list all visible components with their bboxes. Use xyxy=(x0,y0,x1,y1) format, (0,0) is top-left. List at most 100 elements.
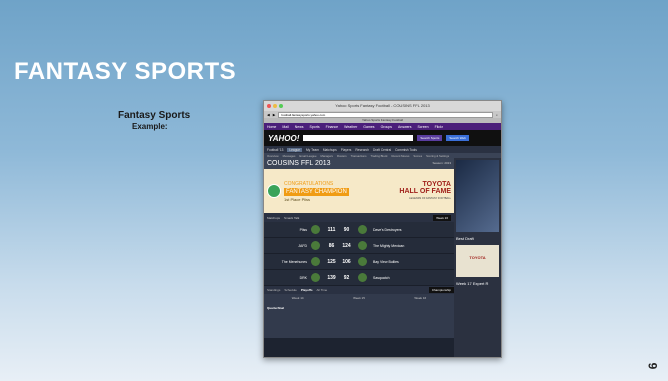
menu-football[interactable]: Football '13 xyxy=(267,148,283,152)
season-select[interactable]: Season: 2013 xyxy=(432,158,451,169)
search-sports-button[interactable]: Search Sports xyxy=(417,135,443,141)
submenu-recent-moves[interactable]: Recent Moves xyxy=(392,154,410,158)
slide-number: 9 xyxy=(645,362,660,370)
fantasy-champion-label: FANTASY CHAMPION xyxy=(284,187,349,196)
search-icon[interactable]: ⌕ xyxy=(496,113,498,117)
nav-home[interactable]: Home xyxy=(267,125,276,129)
matchup-row[interactable]: JAFD 86 124 The Mighty Mexican xyxy=(264,238,454,254)
window-titlebar: Yahoo Sports Fantasy Football - COUSINS … xyxy=(264,101,501,111)
team-left[interactable]: Pliss xyxy=(267,228,307,232)
matchup-row[interactable]: Pliss 111 90 Dave's Destroyers xyxy=(264,222,454,238)
tab-all-time[interactable]: All Time xyxy=(317,288,328,292)
submenu-transactions[interactable]: Transactions xyxy=(351,154,367,158)
bullet-fantasy-sports: Fantasy Sports xyxy=(118,110,191,121)
close-icon[interactable] xyxy=(267,104,271,108)
matchup-row[interactable]: DRK 139 92 Sasquatch xyxy=(264,270,454,286)
nav-screen[interactable]: Screen xyxy=(417,125,428,129)
playoff-week: Week 16 xyxy=(414,296,427,300)
tab-matchups[interactable]: Matchups xyxy=(267,216,280,220)
slide-bullets: Fantasy Sports Example: xyxy=(118,110,190,131)
submenu-managers[interactable]: Managers xyxy=(321,154,333,158)
team-avatar xyxy=(358,257,367,266)
nav-news[interactable]: News xyxy=(295,125,304,129)
nav-weather[interactable]: Weather xyxy=(344,125,357,129)
team-right[interactable]: Sasquatch xyxy=(373,276,390,280)
league-header: COUSINS FFL 2013 Season: 2013 xyxy=(264,158,454,169)
window-title: Yahoo Sports Fantasy Football - COUSINS … xyxy=(335,103,430,108)
team-avatar xyxy=(311,241,320,250)
toyota-ad[interactable]: TOYOTA HALL OF FAME LEGENDS OF FANTASY F… xyxy=(399,181,451,202)
nav-flickr[interactable]: Flickr xyxy=(435,125,443,129)
search-input[interactable] xyxy=(303,135,414,141)
submenu-rosters[interactable]: Rosters xyxy=(337,154,347,158)
expert-label[interactable]: Week 17 Expert R xyxy=(454,279,501,288)
search-web-button[interactable]: Search Web xyxy=(446,135,469,141)
tab-smack-talk[interactable]: Smack Talk xyxy=(284,216,299,220)
zoom-icon[interactable] xyxy=(279,104,283,108)
bullet-example: Example: xyxy=(132,122,168,131)
score-right: 92 xyxy=(343,274,350,281)
nav-groups[interactable]: Groups xyxy=(381,125,392,129)
champion-banner: CONGRATULATIONS FANTASY CHAMPION 1st Pla… xyxy=(264,169,454,213)
menu-league[interactable]: League xyxy=(287,147,303,152)
nav-mail[interactable]: Mail xyxy=(282,125,288,129)
menu-matchups[interactable]: Matchups xyxy=(323,148,337,152)
playoff-week: Week 14 xyxy=(291,296,304,300)
yahoo-top-nav: Home Mail News Sports Finance Weather Ga… xyxy=(264,123,501,130)
score-left: 86 xyxy=(328,242,335,249)
week-select[interactable]: Week 16 xyxy=(433,214,451,221)
score-right: 124 xyxy=(342,242,351,249)
menu-research[interactable]: Research xyxy=(355,148,369,152)
menu-commish-tools[interactable]: Commish Tools xyxy=(395,148,417,152)
nav-games[interactable]: Games xyxy=(363,125,374,129)
champion-place: 1st Place Pliss xyxy=(284,196,311,202)
congrats-label: CONGRATULATIONS xyxy=(284,180,334,187)
tab-playoffs[interactable]: Playoffs xyxy=(301,288,313,292)
minimize-icon[interactable] xyxy=(273,104,277,108)
team-avatar xyxy=(311,273,320,282)
back-icon[interactable]: ◀ xyxy=(267,113,270,117)
promo-image[interactable] xyxy=(456,160,499,232)
yahoo-header: YAHOO! Search Sports Search Web xyxy=(264,130,501,146)
address-field[interactable]: football.fantasysports.yahoo.com xyxy=(278,111,494,118)
league-name: COUSINS FFL 2013 xyxy=(267,160,331,167)
url-bar: ◀ ▶ football.fantasysports.yahoo.com ⌕ xyxy=(264,111,501,118)
menu-draft-central[interactable]: Draft Central xyxy=(373,148,391,152)
nav-finance[interactable]: Finance xyxy=(326,125,338,129)
menu-my-team[interactable]: My Team xyxy=(306,148,319,152)
tab-standings[interactable]: Standings xyxy=(267,288,280,292)
team-left[interactable]: JAFD xyxy=(267,244,307,248)
playoff-week: Week 15 xyxy=(353,296,365,300)
submenu-email-league[interactable]: Email League xyxy=(299,154,316,158)
trophy-icon xyxy=(267,184,281,198)
matchup-row[interactable]: The Menehunes 125 106 Bay View Bullies xyxy=(264,254,454,270)
fantasy-menu: Football '13 League My Team Matchups Pla… xyxy=(264,146,501,153)
submenu-scoring-settings[interactable]: Scoring & Settings xyxy=(426,154,449,158)
team-avatar xyxy=(358,273,367,282)
score-left: 111 xyxy=(327,226,336,233)
score-left: 139 xyxy=(327,274,336,281)
best-draft-label[interactable]: Best Draft xyxy=(454,234,501,243)
menu-players[interactable]: Players xyxy=(341,148,352,152)
team-left[interactable]: DRK xyxy=(267,276,307,280)
right-panel: Best Draft TOYOTA Week 17 Expert R xyxy=(454,158,501,357)
nav-answers[interactable]: Answers xyxy=(398,125,411,129)
forward-icon[interactable]: ▶ xyxy=(273,113,276,117)
toyota-side-ad[interactable]: TOYOTA xyxy=(456,245,499,277)
submenu-messages[interactable]: Messages xyxy=(283,154,296,158)
submenu-trading-block[interactable]: Trading Block xyxy=(371,154,388,158)
team-right[interactable]: Bay View Bullies xyxy=(373,260,399,264)
yahoo-logo[interactable]: YAHOO! xyxy=(268,134,299,143)
quarterfinal-label: Quarterfinal xyxy=(267,306,285,310)
nav-sports[interactable]: Sports xyxy=(310,125,320,129)
champion-text: CONGRATULATIONS FANTASY CHAMPION 1st Pla… xyxy=(284,181,349,202)
championship-select[interactable]: Championship xyxy=(428,287,454,293)
team-right[interactable]: The Mighty Mexican xyxy=(373,244,404,248)
ad-sub: LEGENDS OF FANTASY FOOTBALL xyxy=(409,196,451,200)
window-controls[interactable] xyxy=(267,104,283,108)
team-left[interactable]: The Menehunes xyxy=(267,260,307,264)
tab-schedule[interactable]: Schedule xyxy=(284,288,297,292)
submenu-scores[interactable]: Scores xyxy=(413,154,422,158)
team-right[interactable]: Dave's Destroyers xyxy=(373,228,401,232)
submenu-overview[interactable]: Overview xyxy=(267,154,279,158)
